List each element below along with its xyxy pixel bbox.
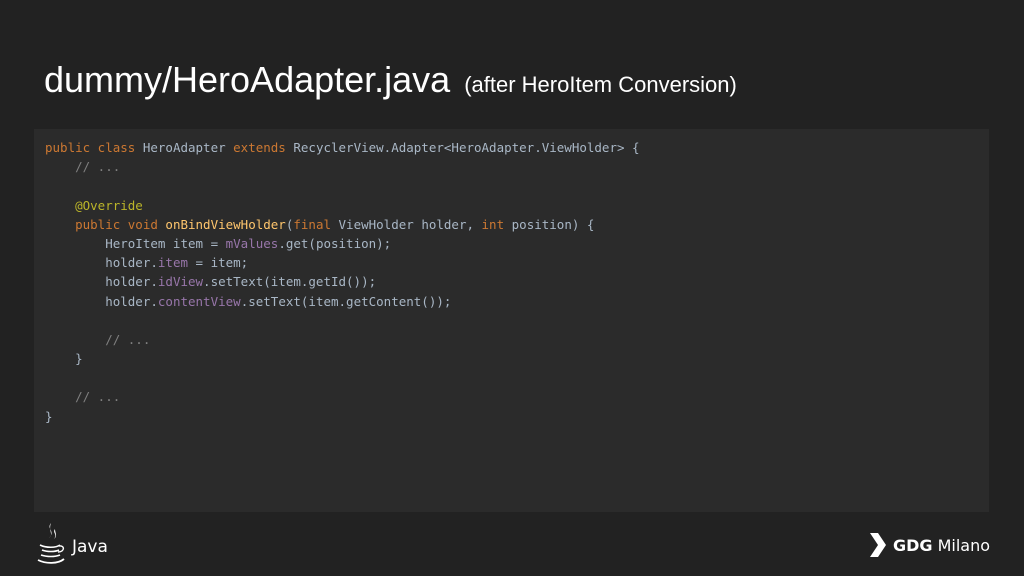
java-logo-label: Java — [72, 537, 108, 557]
code-text: RecyclerView.Adapter<HeroAdapter.ViewHol… — [293, 140, 640, 155]
code-line: holder.idView.setText(item.getId()); — [45, 272, 640, 291]
slide-title-main: dummy/HeroAdapter.java — [44, 59, 451, 100]
code-text: holder. — [45, 293, 158, 309]
code-line: // ... — [45, 330, 640, 349]
code-block: public class HeroAdapter extends Recycle… — [45, 138, 640, 426]
slide: dummy/HeroAdapter.java (after HeroItem Co… — [0, 0, 1024, 576]
code-line: public class HeroAdapter extends Recycle… — [45, 138, 640, 157]
gdg-logo-label-bold: GDG — [893, 535, 933, 555]
code-line: holder.item = item; — [45, 253, 640, 272]
gdg-milano-logo: GDG Milano — [869, 531, 990, 559]
code-panel: public class HeroAdapter extends Recycle… — [34, 129, 989, 512]
code-text: .setText(item.getId()); — [203, 274, 377, 290]
gdg-chevron-icon — [870, 533, 887, 557]
code-keyword: public void — [45, 216, 166, 232]
code-line: HeroItem item = mValues.get(position); — [45, 234, 640, 253]
code-keyword: final — [293, 216, 339, 232]
code-comment: // ... — [45, 331, 151, 347]
code-text: } — [45, 351, 83, 367]
code-keyword: int — [481, 216, 512, 232]
code-line: } — [45, 349, 640, 368]
code-text: } — [45, 408, 53, 424]
code-line: holder.contentView.setText(item.getConte… — [45, 292, 640, 311]
code-text: HeroAdapter — [142, 140, 234, 155]
code-line: // ... — [45, 387, 640, 406]
code-line: // ... — [45, 157, 640, 176]
code-text: .get(position); — [278, 235, 392, 251]
code-field: mValues — [225, 235, 279, 251]
code-line: public void onBindViewHolder(final ViewH… — [45, 215, 640, 234]
code-field: idView — [157, 274, 204, 290]
code-line: } — [45, 407, 640, 426]
code-text: holder. — [45, 255, 158, 271]
java-logo: Java — [36, 520, 108, 566]
code-text: HeroItem item = — [45, 235, 226, 251]
slide-title-subtitle: (after HeroItem Conversion) — [464, 72, 737, 97]
code-line: @Override — [45, 196, 640, 215]
code-method-name: onBindViewHolder — [165, 216, 286, 232]
code-keyword: public class — [45, 140, 143, 155]
code-text: .setText(item.getContent()); — [240, 293, 452, 309]
code-text: holder. — [45, 274, 158, 290]
code-text: position) { — [511, 216, 595, 232]
code-line: ​ — [45, 368, 640, 387]
java-coffee-cup-icon — [37, 523, 65, 564]
code-line: ​ — [45, 176, 640, 195]
code-field: contentView — [157, 293, 241, 309]
code-annotation: @Override — [45, 197, 143, 213]
code-comment: // ... — [45, 389, 121, 405]
code-field: item — [157, 255, 188, 271]
code-comment: // ... — [45, 159, 121, 175]
gdg-logo-label-light: Milano — [937, 535, 990, 555]
code-line: ​ — [45, 311, 640, 330]
code-text: ViewHolder holder, — [338, 216, 482, 232]
code-keyword: extends — [233, 140, 294, 155]
slide-title: dummy/HeroAdapter.java (after HeroItem Co… — [44, 62, 737, 98]
code-text: = item; — [188, 255, 249, 271]
